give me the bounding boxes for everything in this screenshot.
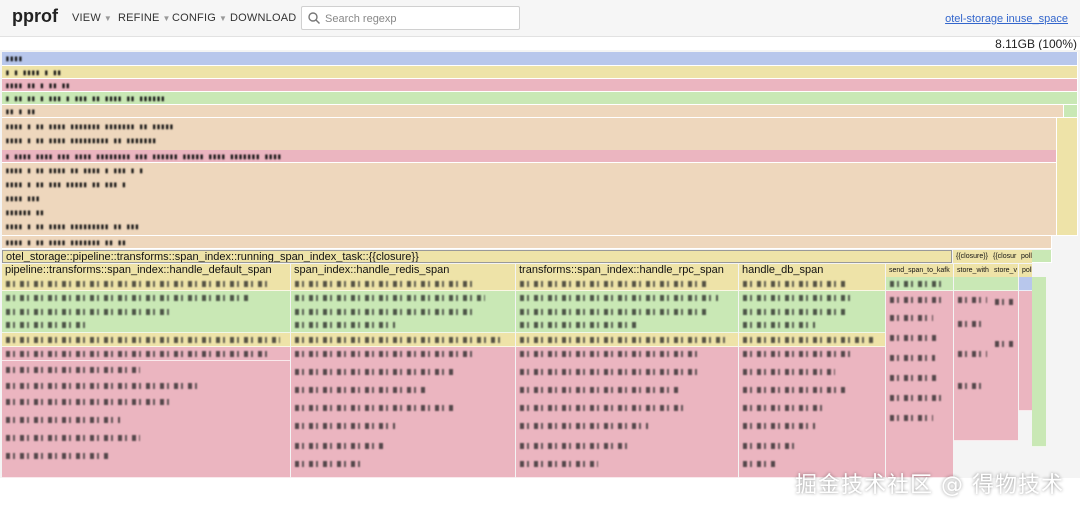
frame-label: {{closur — [993, 253, 1017, 260]
sample-type-link[interactable]: otel-storage inuse_space — [945, 13, 1068, 25]
flame-frame-handle-default-span[interactable]: pipeline::transforms::span_index::handle… — [2, 264, 290, 277]
flame-column-kafka — [886, 277, 953, 478]
flame-frame[interactable]: ▮▮ ▮ ▮▮ — [2, 105, 1064, 118]
flame-column-store-v — [991, 277, 1018, 478]
frame-label-redacted: ▮▮▮▮ ▮▮ ▮ ▮▮ ▮▮ — [5, 81, 70, 89]
flame-frame-handle-rpc-span[interactable]: transforms::span_index::handle_rpc_span — [516, 264, 738, 277]
chevron-down-icon: ▼ — [218, 14, 228, 23]
flame-frame[interactable]: ▮▮▮▮ ▮ ▮▮ ▮▮▮ ▮▮▮▮▮ ▮▮ ▮▮▮ ▮ — [2, 178, 1057, 191]
flame-frame-store-with[interactable]: store_with — [954, 264, 991, 277]
flame-frame-closure[interactable]: otel_storage::pipeline::transforms::span… — [2, 250, 952, 263]
flame-frame[interactable]: ▮▮▮▮ ▮ ▮▮ ▮▮▮▮ ▮▮▮▮▮▮▮ ▮▮▮▮▮▮▮ ▮▮ ▮▮▮▮▮ — [2, 120, 1057, 133]
flame-frame-handle-redis-span[interactable]: span_index::handle_redis_span — [291, 264, 515, 277]
flame-frame-root[interactable]: ▮▮▮▮ — [2, 52, 1078, 66]
frame-label-redacted: ▮▮▮▮ ▮ ▮▮ ▮▮▮▮ ▮▮ ▮▮▮▮ ▮ ▮▮▮ ▮ ▮ — [5, 166, 144, 174]
frame-label: poll — [1022, 267, 1032, 274]
flame-column-default-span — [2, 277, 290, 478]
flame-frame[interactable]: ▮▮▮▮ ▮ ▮▮ ▮▮▮▮ ▮▮▮▮▮▮▮▮▮ ▮▮ ▮▮▮▮▮▮▮ — [2, 134, 1057, 147]
flame-column-rpc-span — [516, 277, 738, 478]
flame-column-redis-span — [291, 277, 515, 478]
flame-frame[interactable]: ▮▮▮▮ ▮▮ ▮ ▮▮ ▮▮ — [2, 79, 1078, 92]
frame-label: {{closure}} — [956, 253, 988, 260]
flame-frame-poll[interactable]: poll — [1019, 264, 1032, 277]
menu-download[interactable]: DOWNLOAD — [230, 12, 296, 24]
frame-label-redacted: ▮▮▮▮▮▮ ▮▮ — [5, 208, 44, 216]
frame-label-redacted: ▮▮▮▮ ▮ ▮▮ ▮▮▮▮ ▮▮▮▮▮▮▮ ▮▮ ▮▮ — [5, 238, 126, 246]
frame-label-redacted: ▮▮▮▮ ▮▮▮ — [5, 194, 40, 202]
flame-frame[interactable]: ▮▮▮▮ ▮ ▮▮ ▮▮▮▮ ▮▮▮▮▮▮▮▮▮ ▮▮ ▮▮▮ — [2, 220, 1057, 233]
frame-label: handle_db_span — [742, 264, 824, 276]
search-icon — [308, 12, 320, 24]
frame-label: transforms::span_index::handle_rpc_span — [519, 264, 724, 276]
flame-frame[interactable]: ▮ ▮ ▮▮▮▮ ▮ ▮▮ — [2, 66, 1078, 79]
frame-label: store_v — [994, 267, 1017, 274]
flame-column-db-span — [739, 277, 885, 478]
menu-config[interactable]: CONFIG ▼ — [172, 12, 227, 24]
flame-frame[interactable] — [1057, 118, 1078, 236]
menu-config-label: CONFIG — [172, 12, 216, 24]
flame-frame[interactable]: poll — [1018, 250, 1032, 263]
flame-frame[interactable]: {{closur — [990, 250, 1018, 263]
search-box — [301, 6, 520, 30]
flame-frame[interactable]: {{closure}} — [953, 250, 990, 263]
flame-column-poll — [1019, 277, 1032, 478]
frame-label-redacted: ▮▮ ▮ ▮▮ — [5, 107, 36, 115]
frame-label-redacted: ▮ ▮▮▮▮ ▮▮▮▮ ▮▮▮ ▮▮▮▮ ▮▮▮▮▮▮▮▮ ▮▮▮ ▮▮▮▮▮▮… — [5, 152, 282, 160]
frame-label-redacted: ▮ ▮▮ ▮▮ ▮ ▮▮▮ ▮ ▮▮▮ ▮▮ ▮▮▮▮ ▮▮ ▮▮▮▮▮▮ — [5, 94, 165, 102]
search-input[interactable] — [323, 10, 517, 27]
menu-download-label: DOWNLOAD — [230, 12, 297, 24]
frame-label: span_index::handle_redis_span — [294, 264, 450, 276]
flame-frame[interactable] — [1032, 250, 1052, 263]
flame-frame[interactable]: ▮▮▮▮ ▮▮▮ — [2, 192, 1057, 205]
flame-frame[interactable]: ▮▮▮▮ ▮ ▮▮ ▮▮▮▮ ▮▮▮▮▮▮▮ ▮▮ ▮▮ — [2, 236, 1052, 249]
closure-frame-label: otel_storage::pipeline::transforms::span… — [6, 251, 419, 263]
frame-label-redacted: ▮▮▮▮ ▮ ▮▮ ▮▮▮▮ ▮▮▮▮▮▮▮▮▮ ▮▮ ▮▮▮ — [5, 222, 139, 230]
flame-frame[interactable]: ▮▮▮▮▮▮ ▮▮ — [2, 206, 1057, 219]
frame-label-redacted: ▮▮▮▮ ▮ ▮▮ ▮▮▮▮ ▮▮▮▮▮▮▮ ▮▮▮▮▮▮▮ ▮▮ ▮▮▮▮▮ — [5, 122, 174, 130]
flame-frame-handle-db-span[interactable]: handle_db_span — [739, 264, 885, 277]
brand-logo[interactable]: pprof — [12, 6, 58, 27]
total-size-label: 8.11GB (100%) — [995, 37, 1077, 51]
flame-column-store-with — [954, 277, 991, 478]
toolbar: pprof VIEW▼ REFINE▼ CONFIG▼ DOWNLOAD ote… — [0, 0, 1080, 37]
frame-label-redacted: ▮▮▮▮ ▮ ▮▮ ▮▮▮▮ ▮▮▮▮▮▮▮▮▮ ▮▮ ▮▮▮▮▮▮▮ — [5, 136, 157, 144]
watermark: 掘金技术社区 @ 得物技术 — [795, 473, 1064, 498]
frame-label-redacted: ▮▮▮▮ — [5, 54, 23, 62]
frame-label: store_with — [957, 267, 989, 274]
frame-label: send_span_to_kafk — [889, 267, 950, 274]
flame-frame[interactable] — [1064, 105, 1078, 118]
chevron-down-icon: ▼ — [162, 14, 171, 23]
frame-label-redacted: ▮ ▮ ▮▮▮▮ ▮ ▮▮ — [5, 68, 62, 76]
menu-refine[interactable]: REFINE ▼ — [118, 12, 171, 24]
menu-view-label: VIEW — [72, 12, 101, 24]
frame-label: pipeline::transforms::span_index::handle… — [5, 264, 272, 276]
flame-frame-store-v[interactable]: store_v — [991, 264, 1018, 277]
flame-frame[interactable]: ▮ ▮▮ ▮▮ ▮ ▮▮▮ ▮ ▮▮▮ ▮▮ ▮▮▮▮ ▮▮ ▮▮▮▮▮▮ — [2, 92, 1078, 105]
flame-frame[interactable]: ▮ ▮▮▮▮ ▮▮▮▮ ▮▮▮ ▮▮▮▮ ▮▮▮▮▮▮▮▮ ▮▮▮ ▮▮▮▮▮▮… — [2, 150, 1057, 163]
flame-column-misc — [1032, 277, 1046, 447]
menu-view[interactable]: VIEW ▼ — [72, 12, 112, 24]
chevron-down-icon: ▼ — [103, 14, 113, 23]
flame-frame-send-span-to-kafka[interactable]: send_span_to_kafk — [886, 264, 953, 277]
flame-frame[interactable]: ▮▮▮▮ ▮ ▮▮ ▮▮▮▮ ▮▮ ▮▮▮▮ ▮ ▮▮▮ ▮ ▮ — [2, 164, 1057, 177]
frame-label: poll — [1021, 253, 1032, 260]
frame-label-redacted: ▮▮▮▮ ▮ ▮▮ ▮▮▮ ▮▮▮▮▮ ▮▮ ▮▮▮ ▮ — [5, 180, 126, 188]
menu-refine-label: REFINE — [118, 12, 160, 24]
